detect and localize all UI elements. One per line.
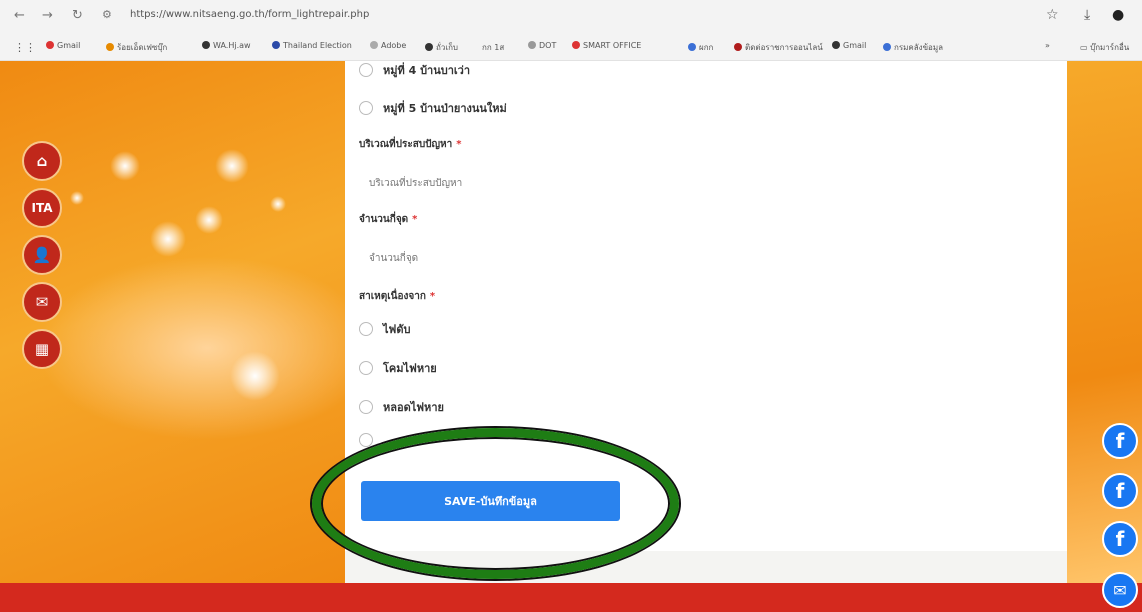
forward-icon[interactable]: → [42,8,53,23]
cause-option[interactable] [359,433,383,447]
home-icon[interactable]: ⌂ [22,141,62,181]
address-bar[interactable]: https://www.nitsaeng.go.th/form_lightrep… [130,9,369,20]
extensions-icon[interactable]: ● [1112,7,1124,23]
cause-label: สาเหตุเนื่องจาก * [359,291,436,302]
bookmark-icon [883,43,891,51]
globe-icon [425,43,433,51]
bookmark-11[interactable]: Gmail [832,41,866,50]
radio-button[interactable] [359,400,373,414]
bookmark-6[interactable]: กก 1ส [482,41,504,54]
folder-icon: ▭ [1080,43,1091,52]
globe-icon [832,41,840,49]
sparkle [70,191,84,205]
page-content: ⌂ ITA 👤 ✉ ▦ หมู่ที่ 4 บ้านบาเว่า หมู่ที่… [0,61,1142,612]
bookmarks-bar: ⋮⋮ Gmail ร้อยเอ็ดเฟซบุ๊ก WA.Hj.aw Thaila… [0,32,1142,61]
radio-button[interactable] [359,361,373,375]
bookmark-12[interactable]: กรมคลังข้อมูล [883,41,943,54]
area-input[interactable] [359,169,689,197]
other-bookmarks[interactable]: ▭ บุ๊กมาร์กอื่น [1080,41,1129,54]
bookmark-7[interactable]: DOT [528,41,556,50]
mail-icon[interactable]: ✉ [22,282,62,322]
save-button[interactable]: SAVE-บันทึกข้อมูล [361,481,620,521]
star-icon[interactable]: ☆ [1046,7,1059,23]
bookmark-10[interactable]: ติดต่อราชการออนไลน์ [734,41,823,54]
site-settings-icon[interactable]: ⚙ [102,8,112,21]
bookmark-3[interactable]: Thailand Election [272,41,352,50]
sparkle [230,351,280,401]
calendar-icon[interactable]: ▦ [22,329,62,369]
bookmark-icon [106,43,114,51]
sparkle [195,206,223,234]
reload-icon[interactable]: ↻ [72,8,83,23]
bookmark-more[interactable]: » [1045,41,1050,50]
count-input[interactable] [359,244,689,272]
bookmark-5[interactable]: ถั่วเก็บ [425,41,458,54]
bookmark-1[interactable]: ร้อยเอ็ดเฟซบุ๊ก [106,41,167,54]
back-icon[interactable]: ← [14,8,25,23]
radio-button[interactable] [359,101,373,115]
village-option[interactable]: หมู่ที่ 5 บ้านป่ายางนนใหม่ [359,99,507,117]
sparkle [110,151,140,181]
bookmark-2[interactable]: WA.Hj.aw [202,41,251,50]
browser-toolbar: ← → ↻ ⚙ https://www.nitsaeng.go.th/form_… [0,0,1142,32]
globe-icon [202,41,210,49]
cause-option[interactable]: หลอดไฟหาย [359,398,444,416]
count-label: จำนวนกี่จุด * [359,214,418,225]
sparkle [215,149,249,183]
bookmark-icon [272,41,280,49]
decorative-background-left [0,61,345,583]
bookmark-9[interactable]: ผกก [688,41,713,54]
apps-icon[interactable]: ⋮⋮ [14,41,36,54]
cause-option[interactable]: ไฟดับ [359,320,410,338]
facebook-icon[interactable]: f [1102,521,1138,557]
radio-button[interactable] [359,322,373,336]
bookmark-icon [688,43,696,51]
radio-button[interactable] [359,433,373,447]
bookmark-0[interactable]: Gmail [46,41,80,50]
bookmark-icon [734,43,742,51]
cause-option[interactable]: โคมไฟหาย [359,359,437,377]
repair-request-form: หมู่ที่ 4 บ้านบาเว่า หมู่ที่ 5 บ้านป่ายา… [345,61,1067,551]
bookmark-4[interactable]: Adobe [370,41,406,50]
messenger-icon[interactable]: ✉ [1102,572,1138,608]
download-icon[interactable]: ⤓ [1084,7,1090,23]
bookmark-8[interactable]: SMART OFFICE [572,41,641,50]
footer-bar [0,583,1142,612]
ita-icon[interactable]: ITA [22,188,62,228]
user-icon[interactable]: 👤 [22,235,62,275]
bookmark-icon [528,41,536,49]
village-option[interactable]: หมู่ที่ 4 บ้านบาเว่า [359,61,470,79]
gmail-icon [46,41,54,49]
sparkle [270,196,286,212]
bookmark-icon [572,41,580,49]
sparkle [150,221,186,257]
area-label: บริเวณที่ประสบปัญหา * [359,139,462,150]
radio-button[interactable] [359,63,373,77]
facebook-icon[interactable]: f [1102,473,1138,509]
facebook-icon[interactable]: f [1102,423,1138,459]
bookmark-icon [370,41,378,49]
